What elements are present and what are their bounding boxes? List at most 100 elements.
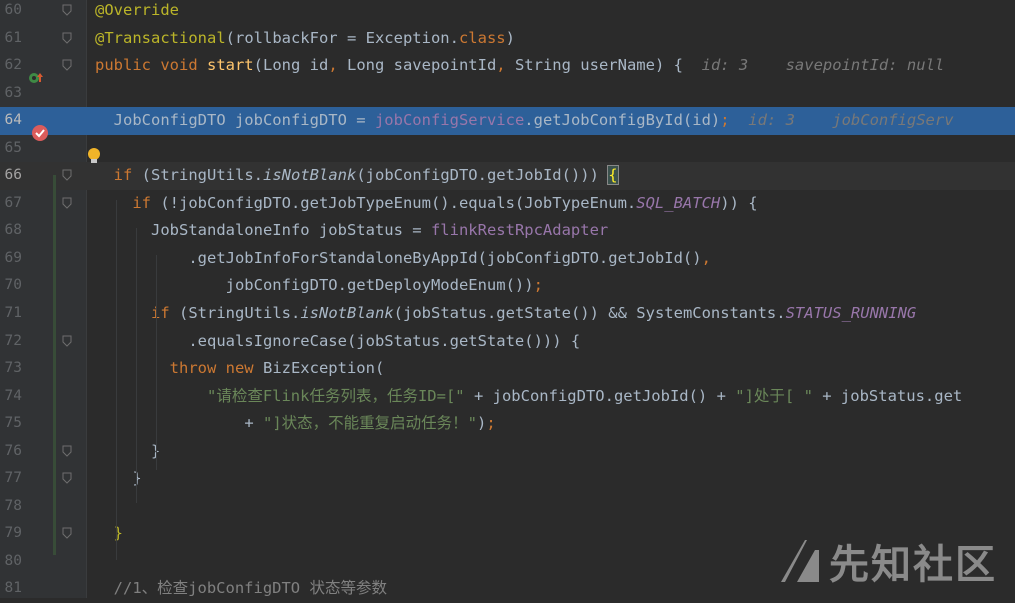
code-text[interactable]: //1、检查jobConfigDTO 状态等参数 [95, 575, 387, 603]
code-line[interactable]: 78 [0, 493, 1015, 521]
code-line[interactable]: 69 .getJobInfoForStandaloneByAppId(jobCo… [0, 245, 1015, 273]
line-number[interactable]: 70 [0, 272, 22, 300]
code-token: , [496, 56, 515, 75]
indent-guide [156, 255, 157, 470]
code-token: ; [533, 276, 543, 295]
line-number[interactable]: 64 [0, 107, 22, 135]
code-token: + [244, 414, 263, 433]
line-number[interactable]: 79 [0, 520, 22, 548]
line-number[interactable]: 60 [0, 0, 22, 25]
code-line[interactable]: 74 "请检查Flink任务列表，任务ID=[" + jobConfigDTO.… [0, 383, 1015, 411]
code-line[interactable]: 70 jobConfigDTO.getDeployModeEnum()); [0, 272, 1015, 300]
code-token: (Long id [253, 56, 329, 75]
code-editor[interactable]: 60 @Override 61 @Transactional(rollbackFor … [0, 0, 1015, 603]
code-token: )) { [720, 193, 758, 212]
code-text[interactable]: @Transactional(rollbackFor = Exception.c… [95, 25, 515, 53]
code-text[interactable]: if (!jobConfigDTO.getJobTypeEnum().equal… [95, 190, 758, 218]
code-line[interactable]: 68 JobStandaloneInfo jobStatus = flinkRe… [0, 217, 1015, 245]
line-number[interactable]: 69 [0, 245, 22, 273]
code-line[interactable]: 76 } [0, 438, 1015, 466]
line-number[interactable]: 72 [0, 328, 22, 356]
code-line[interactable]: 71 if (StringUtils.isNotBlank(jobStatus.… [0, 300, 1015, 328]
code-line[interactable]: 61 @Transactional(rollbackFor = Exception… [0, 25, 1015, 53]
line-number[interactable]: 68 [0, 217, 22, 245]
code-text[interactable]: JobStandaloneInfo jobStatus = flinkRestR… [95, 217, 608, 245]
code-text[interactable]: JobConfigDTO jobConfigDTO = jobConfigSer… [95, 107, 954, 135]
code-line[interactable]: 75 + "]状态，不能重复启动任务！"); [0, 410, 1015, 438]
code-token: , [701, 248, 711, 267]
code-token: @Transactional [95, 28, 226, 47]
code-text[interactable]: } [95, 520, 123, 548]
code-token: class [458, 28, 506, 47]
code-line[interactable]: 73 throw new BizException( [0, 355, 1015, 383]
code-token: isNotBlank [263, 166, 357, 185]
code-token: ; [486, 414, 496, 433]
line-number[interactable]: 74 [0, 383, 22, 411]
code-token: @Override [95, 1, 179, 19]
fold-marker-icon[interactable] [62, 445, 72, 457]
code-line[interactable]: 77 } [0, 465, 1015, 493]
fold-marker-icon[interactable] [62, 59, 72, 71]
code-text[interactable]: .equalsIgnoreCase(jobStatus.getState()))… [95, 328, 580, 356]
line-number[interactable]: 65 [0, 135, 22, 163]
fold-marker-icon[interactable] [62, 197, 72, 209]
fold-marker-icon[interactable] [62, 4, 72, 16]
code-line[interactable]: 64 JobConfigDTO jobConfigDTO = jobConfig… [0, 107, 1015, 135]
code-line[interactable]: 67 if (!jobConfigDTO.getJobTypeEnum().eq… [0, 190, 1015, 218]
line-number[interactable]: 78 [0, 493, 22, 521]
fold-marker-icon[interactable] [62, 335, 72, 347]
line-number[interactable]: 71 [0, 300, 22, 328]
line-number[interactable]: 76 [0, 438, 22, 466]
code-line[interactable]: 65 [0, 135, 1015, 163]
line-number[interactable]: 66 [0, 162, 22, 190]
line-number[interactable]: 80 [0, 548, 22, 576]
code-token: jobConfigService [374, 111, 525, 130]
code-token: (!jobConfigDTO.getJobTypeEnum().equals(J… [160, 193, 637, 212]
code-token: ) [476, 414, 487, 433]
fold-marker-icon[interactable] [62, 527, 72, 540]
fold-marker-icon[interactable] [62, 169, 72, 181]
code-line[interactable]: 72 .equalsIgnoreCase(jobStatus.getState(… [0, 328, 1015, 356]
code-line[interactable]: 60 @Override [0, 0, 1015, 25]
code-text[interactable]: if (StringUtils.isNotBlank(jobStatus.get… [95, 300, 916, 328]
code-text[interactable]: jobConfigDTO.getDeployModeEnum()); [95, 272, 543, 300]
code-text[interactable]: throw new BizException( [95, 355, 385, 383]
code-line[interactable]: 63 [0, 80, 1015, 108]
line-number[interactable]: 73 [0, 355, 22, 383]
code-token: public void [95, 56, 207, 75]
override-marker-icon[interactable] [27, 69, 45, 87]
vcs-change-marker[interactable] [53, 175, 56, 555]
code-token: (jobConfigDTO.getJobId())) [356, 166, 609, 185]
line-number[interactable]: 63 [0, 80, 22, 108]
code-text[interactable]: "请检查Flink任务列表，任务ID=[" + jobConfigDTO.get… [95, 383, 962, 411]
code-line[interactable]: 66 if (StringUtils.isNotBlank(jobConfigD… [0, 162, 1015, 190]
code-token: id: 3 savepointId: null [701, 56, 945, 75]
code-token: ) [505, 28, 515, 47]
code-text[interactable]: } [95, 438, 160, 466]
fold-marker-icon[interactable] [62, 32, 72, 44]
line-number[interactable]: 77 [0, 465, 22, 493]
line-number[interactable]: 81 [0, 575, 22, 603]
code-text[interactable]: } [95, 465, 142, 493]
code-line[interactable]: 62 public void start(Long id, Long savepo… [0, 52, 1015, 80]
fold-marker-icon[interactable] [62, 472, 72, 485]
code-text[interactable]: public void start(Long id, Long savepoin… [95, 52, 944, 80]
code-token: String userName) { [514, 56, 702, 75]
code-token: jobConfigDTO.getDeployModeEnum()) [95, 276, 534, 295]
line-number[interactable]: 75 [0, 410, 22, 438]
line-number[interactable]: 61 [0, 25, 22, 53]
code-text[interactable]: .getJobInfoForStandaloneByAppId(jobConfi… [95, 245, 711, 273]
breakpoint-icon[interactable] [31, 124, 49, 142]
code-token: (StringUtils. [141, 166, 263, 185]
code-token: (jobStatus.getState()) && SystemConstant… [393, 304, 786, 323]
code-token: + jobConfigDTO.getJobId() + [464, 386, 736, 405]
line-number[interactable]: 62 [0, 52, 22, 80]
code-token: throw new [169, 359, 263, 378]
code-token: } [95, 469, 142, 488]
intention-bulb-icon[interactable] [86, 147, 102, 165]
line-number[interactable]: 67 [0, 190, 22, 218]
code-text[interactable]: if (StringUtils.isNotBlank(jobConfigDTO.… [95, 162, 619, 190]
code-text[interactable]: @Override [95, 0, 179, 25]
